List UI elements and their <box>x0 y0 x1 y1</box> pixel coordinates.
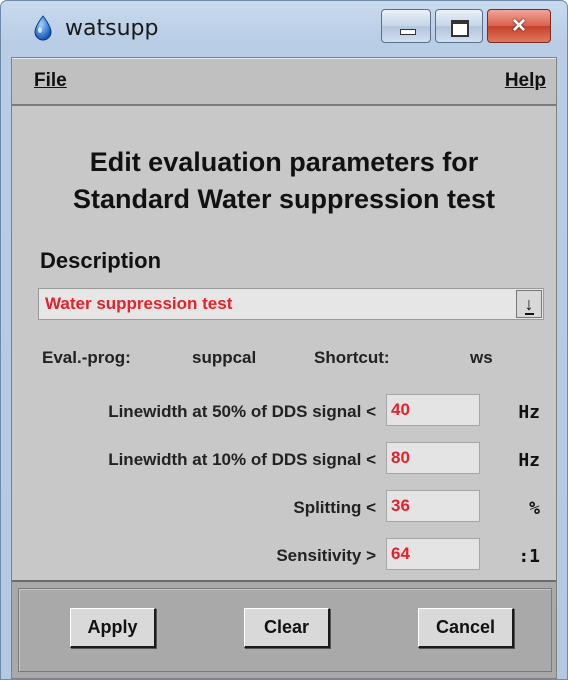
shortcut-label: Shortcut: <box>314 348 390 367</box>
title-bar[interactable]: watsupp × <box>1 1 567 57</box>
water-drop-icon <box>34 15 52 41</box>
param-unit-sensitivity: :1 <box>518 546 540 567</box>
page-title-line1: Edit evaluation parameters for <box>89 147 479 177</box>
maximize-icon <box>451 20 469 37</box>
close-icon: × <box>511 12 526 39</box>
description-dropdown[interactable]: Water suppression test ↓ <box>38 288 544 320</box>
param-label-linewidth-10: Linewidth at 10% of DDS signal < <box>108 450 376 469</box>
linewidth-50-input[interactable]: 40 <box>386 394 480 426</box>
param-unit-linewidth-50: Hz <box>518 402 540 423</box>
clear-button[interactable]: Clear <box>244 608 330 648</box>
param-label-linewidth-50: Linewidth at 50% of DDS signal < <box>108 402 376 421</box>
close-button[interactable]: × <box>487 9 551 43</box>
shortcut-value: ws <box>470 348 493 367</box>
menu-help[interactable]: Help <box>505 70 546 92</box>
param-unit-linewidth-10: Hz <box>518 450 540 471</box>
sensitivity-input[interactable]: 64 <box>386 538 480 570</box>
menu-bar: File Help <box>12 58 556 106</box>
menu-file[interactable]: File <box>34 70 67 92</box>
minimize-icon <box>400 29 416 35</box>
button-bar: Apply Clear Cancel <box>12 580 556 678</box>
dropdown-button[interactable]: ↓ <box>516 290 542 318</box>
param-unit-splitting: % <box>529 498 540 519</box>
param-label-splitting: Splitting < <box>293 498 376 517</box>
apply-button[interactable]: Apply <box>70 608 156 648</box>
maximize-button[interactable] <box>435 9 483 43</box>
eval-prog-label: Eval.-prog: <box>42 348 131 367</box>
minimize-button[interactable] <box>381 9 431 43</box>
cancel-button[interactable]: Cancel <box>418 608 514 648</box>
splitting-input[interactable]: 36 <box>386 490 480 522</box>
dropdown-arrow-icon: ↓ <box>524 294 534 315</box>
page-title-line2: Standard Water suppression test <box>72 184 496 214</box>
description-value: Water suppression test <box>45 294 233 313</box>
dialog-body: File Help Edit evaluation parameters for… <box>11 57 557 679</box>
description-label: Description <box>40 248 162 273</box>
param-label-sensitivity: Sensitivity > <box>276 546 376 565</box>
linewidth-10-input[interactable]: 80 <box>386 442 480 474</box>
window-title: watsupp <box>65 16 159 41</box>
app-window: watsupp × File Help Edit evaluation para… <box>0 0 568 680</box>
menu-file-label: File <box>34 70 67 91</box>
eval-prog-value: suppcal <box>192 348 257 367</box>
menu-help-label: Help <box>504 70 546 91</box>
page-title: Edit evaluation parameters for Standard … <box>12 144 556 218</box>
